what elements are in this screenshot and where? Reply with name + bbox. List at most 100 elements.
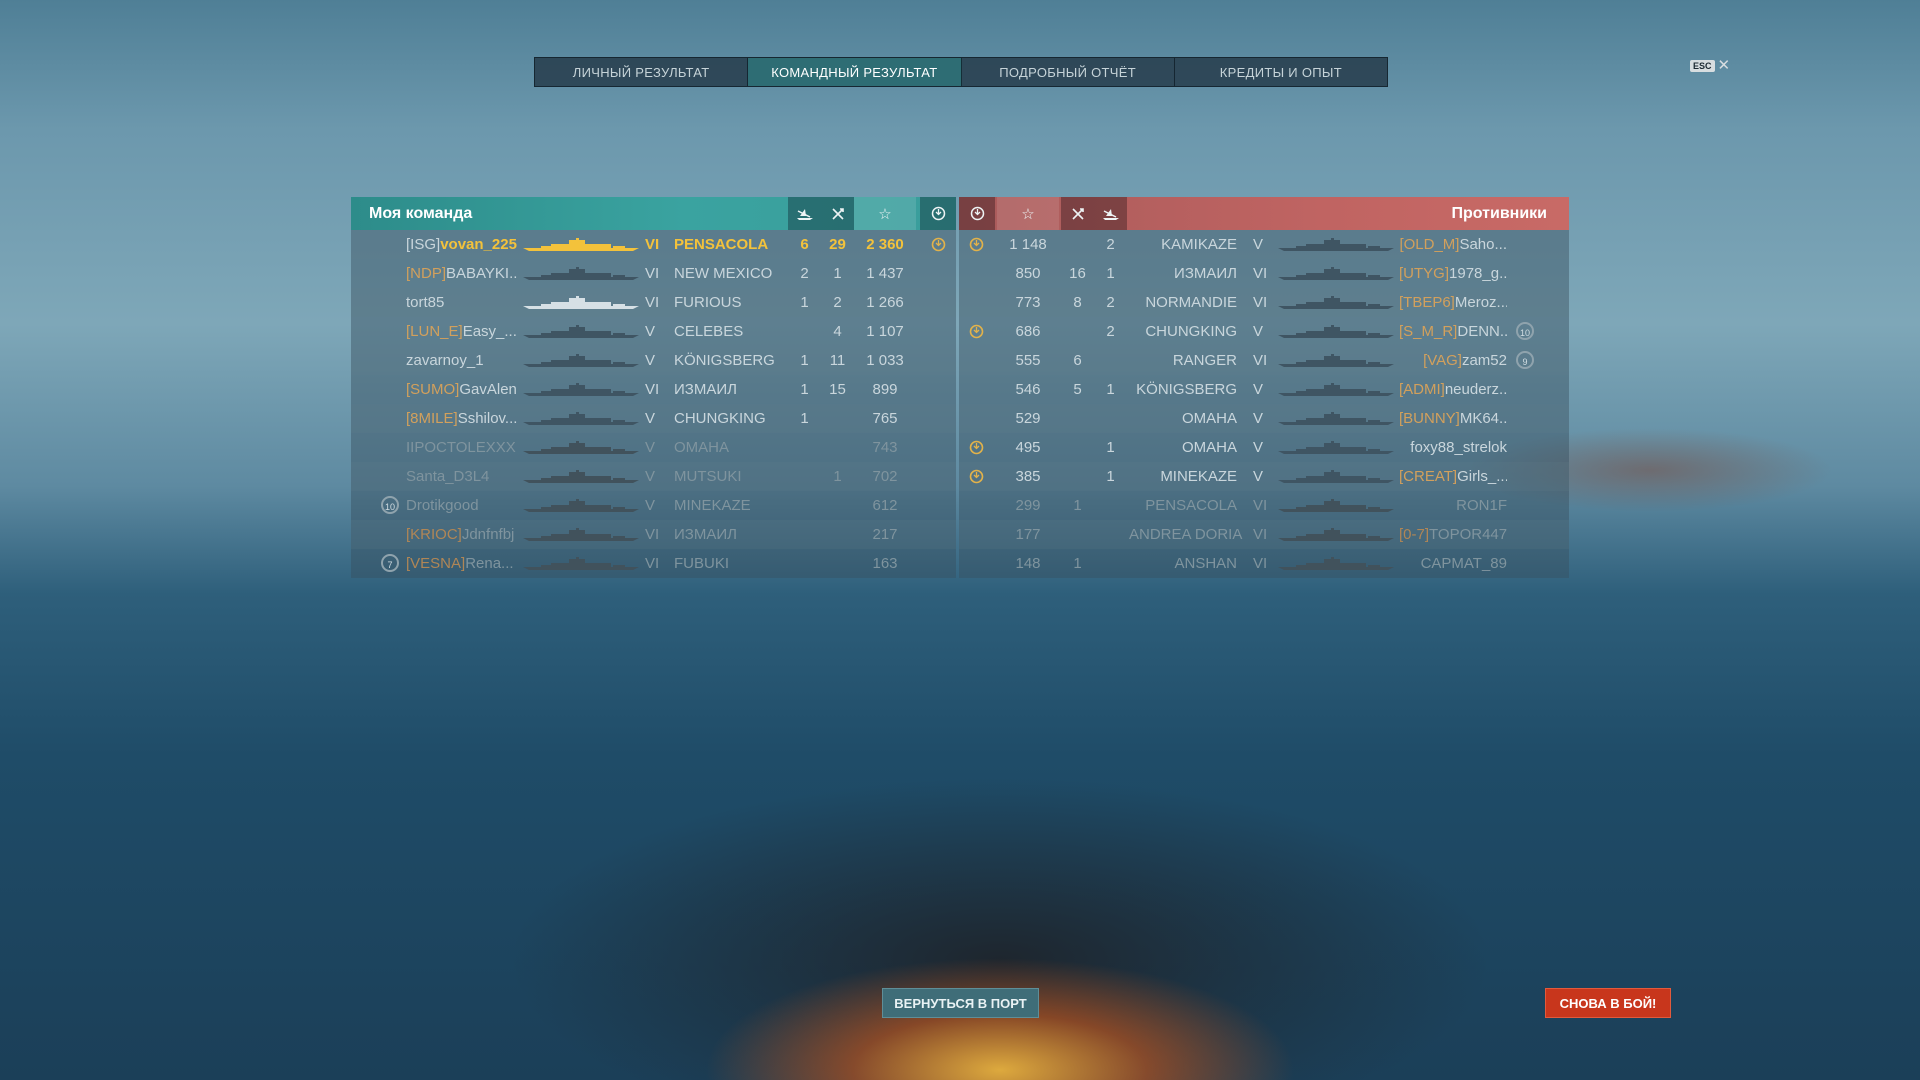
ship-tier: VI: [1253, 555, 1268, 572]
ship-silhouette-icon: [521, 557, 641, 571]
planes-destroyed: [1061, 433, 1094, 462]
player-row[interactable]: 529 OMAHA V [BUNNY]MK64...: [959, 404, 1569, 433]
player-name: [OLD_M]Saho...: [1399, 230, 1507, 259]
ship-name: KÖNIGSBERG: [1136, 381, 1237, 398]
player-row[interactable]: Santa_D3L4 V MUTSUKI 1 702: [351, 462, 956, 491]
player-row[interactable]: 495 1 OMAHA Vfoxy88_strelok: [959, 433, 1569, 462]
ships-destroyed: [788, 549, 821, 578]
player-row[interactable]: [8MILE]Sshilov... V CHUNGKING 1 765: [351, 404, 956, 433]
planes-destroyed: 6: [1073, 352, 1082, 369]
planes-destroyed: [1061, 520, 1094, 549]
base-xp: 555: [1015, 352, 1041, 369]
player-nickname: tort85: [406, 294, 445, 311]
player-row[interactable]: 773 8 2 NORMANDIE VI [TBEP6]Meroz...: [959, 288, 1569, 317]
base-xp: 546: [1015, 381, 1041, 398]
player-name: foxy88_strelok: [1399, 433, 1507, 462]
ship-name: MINEKAZE: [674, 497, 751, 514]
ship-name: CELEBES: [674, 323, 744, 340]
player-nickname: zavarnoy_1: [406, 352, 484, 369]
base-xp: 702: [872, 468, 898, 485]
ship-tier: V: [645, 497, 656, 514]
ship-tier: VI: [645, 265, 660, 282]
player-row[interactable]: 546 5 1 KÖNIGSBERG V [ADMI]neuderz...: [959, 375, 1569, 404]
ship-tier: VI: [645, 294, 660, 311]
player-row[interactable]: 299 1 PENSACOLA VI RON1F: [959, 491, 1569, 520]
player-name: CAPMAT_89: [1399, 549, 1507, 578]
ship-silhouette-icon: [1276, 238, 1396, 252]
player-name: [LUN_E]Easy_...: [406, 317, 518, 346]
ship-silhouette-icon: [521, 412, 641, 426]
player-row[interactable]: 10 Drotikgood V MINEKAZE 612: [351, 491, 956, 520]
planes-destroyed: 11: [829, 352, 846, 369]
clan-tag: [UTYG]: [1399, 265, 1450, 282]
clan-tag: [SUMO]: [406, 381, 460, 398]
ships-destroyed: 2: [1106, 294, 1115, 311]
player-row[interactable]: 555 6 RANGER VI [VAG]zam52 9: [959, 346, 1569, 375]
medal-icon: [920, 197, 956, 230]
results-tabs: ЛИЧНЫЙ РЕЗУЛЬТАТ КОМАНДНЫЙ РЕЗУЛЬТАТ ПОД…: [534, 57, 1388, 87]
ships-destroyed: 1: [1106, 439, 1115, 456]
ships-destroyed: [1094, 404, 1127, 433]
ships-destroyed: 1: [800, 381, 809, 398]
player-row[interactable]: 177 ANDREA DORIA VI [0-7]TOPOR447: [959, 520, 1569, 549]
ship-sunk-icon: [788, 197, 821, 230]
player-row[interactable]: 686 2 CHUNGKING V [S_M_R]DENN... 10: [959, 317, 1569, 346]
ship-silhouette-icon: [1276, 470, 1396, 484]
base-xp: 1 033: [866, 352, 904, 369]
tab-personal-result[interactable]: ЛИЧНЫЙ РЕЗУЛЬТАТ: [535, 58, 749, 86]
tab-detailed-report[interactable]: ПОДРОБНЫЙ ОТЧЁТ: [962, 58, 1175, 86]
player-row[interactable]: tort85 VI FURIOUS 1 2 1 266: [351, 288, 956, 317]
player-nickname: BABAYKI...: [446, 265, 518, 282]
ship-name: PENSACOLA: [674, 236, 769, 253]
player-name: [KRIOC]Jdnfnfbj: [406, 520, 518, 549]
ship-name: FURIOUS: [674, 294, 742, 311]
player-name: IIPOCTOLEXXX: [406, 433, 518, 462]
base-xp: 612: [872, 497, 898, 514]
ship-tier: V: [645, 439, 656, 456]
player-row[interactable]: 850 16 1 ИЗМАИЛ VI [UTYG]1978_g...: [959, 259, 1569, 288]
ship-tier: VI: [1253, 352, 1268, 369]
close-icon[interactable]: ✕: [1718, 58, 1731, 73]
battle-again-button[interactable]: СНОВА В БОЙ!: [1545, 988, 1671, 1018]
player-row[interactable]: [ISG]vovan_225 VI PENSACOLA 6 29 2 360: [351, 230, 956, 259]
player-row[interactable]: [SUMO]GavAlen VI ИЗМАИЛ 1 15 899: [351, 375, 956, 404]
player-name: [VAG]zam52: [1399, 346, 1507, 375]
base-xp: 1 437: [866, 265, 904, 282]
player-name: RON1F: [1399, 491, 1507, 520]
clan-tag: [VESNA]: [406, 555, 466, 572]
ships-destroyed: [788, 520, 821, 549]
base-xp: 529: [1015, 410, 1041, 427]
player-row[interactable]: [KRIOC]Jdnfnfbj VI ИЗМАИЛ 217: [351, 520, 956, 549]
close-button[interactable]: ESC ✕: [1690, 58, 1731, 73]
player-row[interactable]: 1 148 2 KAMIKAZE V [OLD_M]Saho...: [959, 230, 1569, 259]
ships-destroyed: [1094, 491, 1127, 520]
player-row[interactable]: [LUN_E]Easy_... V CELEBES 4 1 107: [351, 317, 956, 346]
medal-icon: [959, 197, 995, 230]
player-row[interactable]: IIPOCTOLEXXX V OMAHA 743: [351, 433, 956, 462]
player-name: [0-7]TOPOR447: [1399, 520, 1507, 549]
ship-name: ИЗМАИЛ: [674, 381, 737, 398]
ships-destroyed: 2: [800, 265, 809, 282]
tab-team-result[interactable]: КОМАНДНЫЙ РЕЗУЛЬТАТ: [748, 58, 962, 86]
player-row[interactable]: 148 1 ANSHAN VI CAPMAT_89: [959, 549, 1569, 578]
ship-name: OMAHA: [1181, 410, 1237, 427]
back-to-port-button[interactable]: ВЕРНУТЬСЯ В ПОРТ: [882, 988, 1039, 1018]
clan-tag: [8MILE]: [406, 410, 458, 427]
enemy-team-header: ☆ Противники: [959, 197, 1569, 230]
experience-star-icon: ☆: [854, 197, 916, 230]
tab-credits-xp[interactable]: КРЕДИТЫ И ОПЫТ: [1175, 58, 1387, 86]
clan-tag: [S_M_R]: [1399, 323, 1458, 340]
player-row[interactable]: zavarnoy_1 V KÖNIGSBERG 1 11 1 033: [351, 346, 956, 375]
player-row[interactable]: 7 [VESNA]Rena... VI FUBUKI 163: [351, 549, 956, 578]
planes-destroyed: [1061, 317, 1094, 346]
player-row[interactable]: 385 1 MINEKAZE V [CREAT]Girls_...: [959, 462, 1569, 491]
player-row[interactable]: [NDP]BABAYKI... VI NEW MEXICO 2 1 1 437: [351, 259, 956, 288]
ships-destroyed: [788, 317, 821, 346]
ship-tier: VI: [1253, 497, 1268, 514]
ship-silhouette-icon: [521, 528, 641, 542]
ship-tier: V: [1253, 323, 1264, 340]
ship-name: CHUNGKING: [1145, 323, 1237, 340]
player-nickname: Saho...: [1459, 236, 1507, 253]
rank-badge-icon: 9: [1516, 351, 1534, 369]
ships-destroyed: [788, 433, 821, 462]
